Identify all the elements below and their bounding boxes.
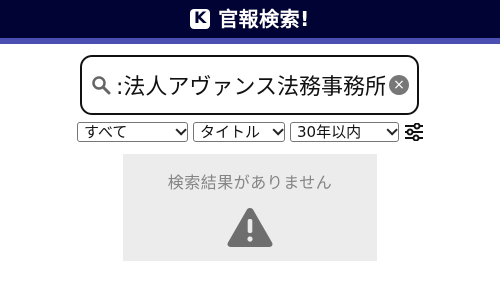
logo-icon[interactable]: K xyxy=(190,8,211,29)
period-select-value: 30年以内 xyxy=(297,122,362,141)
period-select[interactable]: 30年以内 xyxy=(290,122,399,142)
category-select[interactable]: すべて xyxy=(77,122,188,142)
field-select[interactable]: タイトル xyxy=(193,122,285,142)
chevron-down-icon xyxy=(386,124,398,136)
warning-icon xyxy=(227,208,273,247)
field-select-value: タイトル xyxy=(200,122,261,141)
category-select-value: すべて xyxy=(84,122,128,141)
no-results-panel: 検索結果がありません xyxy=(123,154,377,261)
logo-letter: K xyxy=(193,8,207,27)
filter-bar: すべて タイトル 30年以内 xyxy=(77,121,424,143)
sliders-icon[interactable] xyxy=(404,122,424,142)
app-header: K 官報検索! xyxy=(0,0,500,44)
search-box[interactable]: × xyxy=(80,55,419,115)
no-results-message: 検索結果がありません xyxy=(167,173,333,192)
search-input[interactable] xyxy=(112,67,389,103)
search-icon[interactable] xyxy=(90,74,112,96)
app-title[interactable]: 官報検索! xyxy=(218,9,310,29)
clear-icon[interactable]: × xyxy=(389,75,409,95)
chevron-down-icon xyxy=(272,124,284,136)
chevron-down-icon xyxy=(175,124,187,136)
